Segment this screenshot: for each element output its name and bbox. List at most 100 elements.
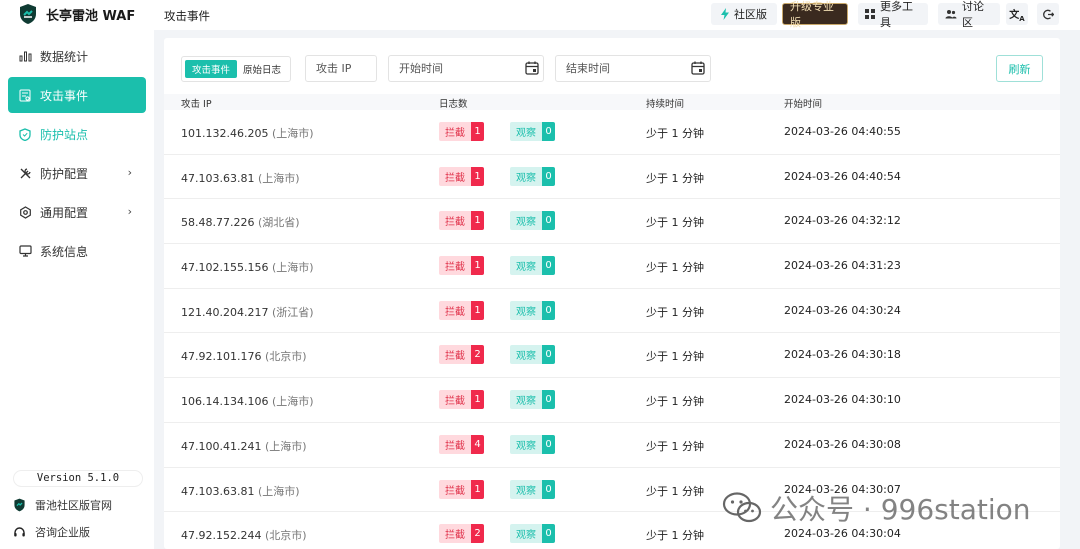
block-label: 拦截 xyxy=(439,434,471,454)
community-edition-button[interactable]: 社区版 xyxy=(711,3,777,25)
watch-count-badge[interactable]: 观察 0 xyxy=(510,524,555,544)
sidebar-item-events[interactable]: 攻击事件 xyxy=(8,77,146,113)
translate-icon: 文A xyxy=(1009,9,1025,23)
watch-label: 观察 xyxy=(510,256,542,276)
more-tools-button[interactable]: 更多工具 xyxy=(858,0,928,29)
shield-logo-icon xyxy=(13,498,27,512)
header-log-count: 日志数 xyxy=(439,99,468,110)
ip-location: (北京市) xyxy=(264,529,307,543)
ip-location: (上海市) xyxy=(271,261,314,275)
shield-icon xyxy=(18,127,32,141)
block-label: 拦截 xyxy=(439,524,471,544)
block-label: 拦截 xyxy=(439,122,471,141)
block-count: 1 xyxy=(471,211,484,231)
watch-count: 0 xyxy=(542,479,555,499)
start-time-cell: 2024-03-26 04:40:54 xyxy=(784,169,901,183)
watch-count: 0 xyxy=(542,211,555,231)
gear-icon xyxy=(18,205,32,219)
duration-cell: 少于 1 分钟 xyxy=(646,484,704,498)
ip-location: (上海市) xyxy=(257,171,300,185)
table-row[interactable]: 47.102.155.156 (上海市) 拦截 1 观察 0 少于 1 分钟 2024-03… xyxy=(164,244,1060,289)
table-row[interactable]: 47.92.101.176 (北京市) 拦截 2 观察 0 少于 1 分钟 2024-03-… xyxy=(164,333,1060,379)
watch-label: 观察 xyxy=(510,390,542,410)
block-count-badge[interactable]: 拦截 1 xyxy=(439,122,484,141)
brand-name: 长亭雷池 WAF xyxy=(46,8,136,24)
block-count-badge[interactable]: 拦截 1 xyxy=(439,256,484,276)
block-label: 拦截 xyxy=(439,479,471,499)
logout-button[interactable] xyxy=(1037,3,1059,25)
watch-count: 0 xyxy=(542,300,555,320)
events-card: 攻击事件 原始日志 刷新 攻击 IP 日志数 持续时间 开始时间 101.132… xyxy=(164,38,1060,549)
ip-text: 106.14.134.106 xyxy=(181,395,269,409)
table-row[interactable]: 47.100.41.241 (上海市) 拦截 4 观察 0 少于 1 分钟 2024-03-… xyxy=(164,423,1060,468)
enterprise-label: 咨询企业版 xyxy=(35,526,90,539)
block-count-badge[interactable]: 拦截 2 xyxy=(439,524,484,544)
tab-attack-events[interactable]: 攻击事件 xyxy=(185,60,237,78)
sidebar-item-protect-config[interactable]: 防护配置 › xyxy=(8,155,146,191)
watch-count-badge[interactable]: 观察 0 xyxy=(510,256,555,276)
calendar-icon[interactable] xyxy=(525,61,539,75)
brand[interactable]: 长亭雷池 WAF xyxy=(18,2,135,26)
block-count-badge[interactable]: 拦截 1 xyxy=(439,300,484,320)
ip-location: (北京市) xyxy=(264,350,307,364)
discussion-label: 讨论区 xyxy=(962,0,984,29)
attack-ip-cell: 47.103.63.81 (上海市) xyxy=(181,483,300,499)
sidebar: 长亭雷池 WAF 数据统计 攻击事件 防护站点 防护配置 › 通用配置 › 系统… xyxy=(0,0,154,549)
block-count-badge[interactable]: 拦截 1 xyxy=(439,211,484,231)
start-time-cell: 2024-03-26 04:40:55 xyxy=(784,125,901,138)
duration-cell: 少于 1 分钟 xyxy=(646,171,704,185)
watch-count-badge[interactable]: 观察 0 xyxy=(510,166,555,186)
watch-count-badge[interactable]: 观察 0 xyxy=(510,122,555,141)
start-time-cell: 2024-03-26 04:30:08 xyxy=(784,437,901,451)
table-header: 攻击 IP 日志数 持续时间 开始时间 xyxy=(164,94,1060,110)
sidebar-item-system-info[interactable]: 系统信息 xyxy=(8,233,146,269)
watch-label: 观察 xyxy=(510,524,542,544)
calendar-icon[interactable] xyxy=(691,61,705,75)
sidebar-item-stats[interactable]: 数据统计 xyxy=(8,38,146,74)
attack-ip-cell: 47.92.101.176 (北京市) xyxy=(181,348,307,364)
watch-count-badge[interactable]: 观察 0 xyxy=(510,479,555,499)
watch-count-badge[interactable]: 观察 0 xyxy=(510,211,555,231)
start-time-cell: 2024-03-26 04:30:10 xyxy=(784,393,901,407)
table-row[interactable]: 58.48.77.226 (湖北省) 拦截 1 观察 0 少于 1 分钟 2024-03-2… xyxy=(164,199,1060,245)
attack-ip-cell: 47.102.155.156 (上海市) xyxy=(181,259,314,275)
official-site-link[interactable]: 雷池社区版官网 xyxy=(13,497,112,513)
view-switch: 攻击事件 原始日志 xyxy=(181,56,291,82)
refresh-button[interactable]: 刷新 xyxy=(996,55,1043,82)
ip-location: (上海市) xyxy=(257,484,300,498)
watermark-text: 公众号 · 996station xyxy=(770,493,1031,526)
block-count-badge[interactable]: 拦截 1 xyxy=(439,166,484,186)
attack-ip-cell: 101.132.46.205 (上海市) xyxy=(181,125,314,141)
chevron-right-icon: › xyxy=(127,166,132,179)
enterprise-link[interactable]: 咨询企业版 xyxy=(13,524,90,540)
table-row[interactable]: 101.132.46.205 (上海市) 拦截 1 观察 0 少于 1 分钟 2024-03… xyxy=(164,110,1060,155)
table-row[interactable]: 106.14.134.106 (上海市) 拦截 1 观察 0 少于 1 分钟 2024-03… xyxy=(164,378,1060,423)
ip-text: 47.102.155.156 xyxy=(181,261,269,275)
tab-raw-logs[interactable]: 原始日志 xyxy=(237,60,287,78)
document-icon xyxy=(18,88,32,102)
discussion-button[interactable]: 讨论区 xyxy=(938,0,1000,29)
language-button[interactable]: 文A xyxy=(1006,3,1028,25)
block-count-badge[interactable]: 拦截 1 xyxy=(439,390,484,410)
sidebar-item-sites[interactable]: 防护站点 xyxy=(8,116,146,152)
ip-text: 101.132.46.205 xyxy=(181,127,269,140)
watch-count-badge[interactable]: 观察 0 xyxy=(510,390,555,410)
attack-ip-input[interactable] xyxy=(305,55,377,82)
watch-label: 观察 xyxy=(510,166,542,186)
watch-count-badge[interactable]: 观察 0 xyxy=(510,434,555,454)
community-label: 社区版 xyxy=(734,8,767,21)
sidebar-item-general-config[interactable]: 通用配置 › xyxy=(8,194,146,230)
block-count-badge[interactable]: 拦截 1 xyxy=(439,479,484,499)
upgrade-button[interactable]: 升级专业版 xyxy=(782,0,848,29)
table-row[interactable]: 47.103.63.81 (上海市) 拦截 1 观察 0 少于 1 分钟 2024-03-2… xyxy=(164,155,1060,200)
watch-count-badge[interactable]: 观察 0 xyxy=(510,345,555,365)
watch-count-badge[interactable]: 观察 0 xyxy=(510,300,555,320)
duration-cell: 少于 1 分钟 xyxy=(646,216,704,230)
bar-chart-icon xyxy=(18,49,32,63)
block-count-badge[interactable]: 拦截 2 xyxy=(439,345,484,365)
start-time-input[interactable] xyxy=(388,55,544,82)
block-count-badge[interactable]: 拦截 4 xyxy=(439,434,484,454)
end-time-input[interactable] xyxy=(555,55,711,82)
table-row[interactable]: 121.40.204.217 (浙江省) 拦截 1 观察 0 少于 1 分钟 2024-03… xyxy=(164,289,1060,334)
block-count: 1 xyxy=(471,256,484,276)
